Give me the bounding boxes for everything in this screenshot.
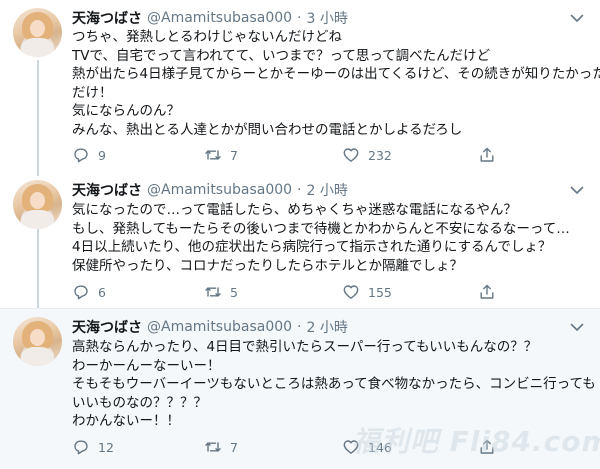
reply-button[interactable]: 12 <box>72 437 114 457</box>
user-handle[interactable]: @Amamitsubasa000 <box>147 319 292 335</box>
like-button[interactable]: 232 <box>342 145 392 165</box>
retweet-count: 5 <box>230 284 238 300</box>
share-button[interactable] <box>478 145 504 165</box>
chevron-down-icon[interactable] <box>568 318 586 336</box>
retweet-count: 7 <box>230 147 238 163</box>
user-handle[interactable]: @Amamitsubasa000 <box>147 10 292 26</box>
share-button[interactable] <box>478 282 504 302</box>
retweet-button[interactable]: 5 <box>204 282 238 302</box>
like-button[interactable]: 155 <box>342 282 392 302</box>
tweet-actions: 9 7 232 <box>72 145 512 165</box>
retweet-button[interactable]: 7 <box>204 145 238 165</box>
retweet-icon <box>205 442 221 452</box>
tweet-text: 高熱ならんかったり、4日目で熱引いたらスーパー行ってもいいもんなの？？ わーかー… <box>72 338 596 431</box>
tweet-line: 気にならんのん？ <box>72 103 180 120</box>
tweet-line: 高熱ならんかったり、4日目で熱引いたらスーパー行ってもいいもんなの？？ <box>72 339 538 355</box>
timestamp[interactable]: 3 小時 <box>307 8 348 28</box>
reply-button[interactable]: 6 <box>72 282 106 302</box>
share-icon <box>480 147 494 162</box>
retweet-button[interactable]: 7 <box>204 437 238 457</box>
heart-icon <box>343 148 359 162</box>
reply-count: 9 <box>98 147 106 163</box>
tweet-actions: 12 7 146 <box>72 437 512 457</box>
display-name[interactable]: 天海つばさ <box>72 317 142 337</box>
chevron-down-icon[interactable] <box>568 9 586 27</box>
tweet-line: つちゃ、発熱しとるわけじゃないんだけどね <box>72 29 342 45</box>
tweet-actions: 6 5 155 <box>72 282 512 302</box>
reply-count: 6 <box>98 284 106 300</box>
tweet-line: わかんないー！！ <box>72 413 180 430</box>
tweet-line: 気になったので…って電話したら、めちゃくちゃ迷惑な電話になるやん？ <box>72 202 517 218</box>
like-count: 232 <box>368 147 392 163</box>
share-icon <box>480 284 494 299</box>
separator-dot: · <box>297 10 302 26</box>
retweet-count: 7 <box>230 439 238 455</box>
separator-dot: · <box>297 182 302 198</box>
tweet[interactable]: 天海つばさ @Amamitsubasa000 · 3 小時 つちゃ、発熱しとるわ… <box>0 0 600 172</box>
tweet-line: もし、発熱してもーたらその後いつまで待機とかわからんと不安になるなーって… <box>72 220 570 237</box>
heart-icon <box>343 285 359 299</box>
reply-icon <box>74 285 88 300</box>
tweet-line: だけ！ <box>72 84 113 101</box>
share-icon <box>480 439 494 454</box>
like-count: 155 <box>368 284 392 300</box>
tweet-line: 4日以上続いたり、他の症状出たら病院行って指示された通りにするんでしょ？ <box>72 239 552 256</box>
reply-icon <box>74 148 88 163</box>
avatar[interactable] <box>13 317 62 366</box>
tweet-line: みんな、熱出とる人達とかが問い合わせの電話とかしよるだろし <box>72 121 463 138</box>
separator-dot: · <box>297 319 302 335</box>
avatar[interactable] <box>13 180 62 229</box>
tweet-text: 気になったので…って電話したら、めちゃくちゃ迷惑な電話になるやん？ もし、発熱し… <box>72 201 588 275</box>
tweet-line: そもそもウーバーイーツもないところは熱あって食べ物なかったら、コンビニ行っても <box>72 376 596 393</box>
tweet-line: 保健所やったり、コロナだったりしたらホテルとか隔離でしょ？ <box>72 257 463 274</box>
tweet-line: TVで、自宅でって言われてて、いつまで？って思って調べたんだけど <box>72 47 491 64</box>
tweet-text: つちゃ、発熱しとるわけじゃないんだけどね TVで、自宅でって言われてて、いつまで… <box>72 28 600 140</box>
user-handle[interactable]: @Amamitsubasa000 <box>147 182 292 198</box>
heart-icon <box>343 440 359 454</box>
timestamp[interactable]: 2 小時 <box>307 317 348 337</box>
display-name[interactable]: 天海つばさ <box>72 8 142 28</box>
share-button[interactable] <box>478 437 504 457</box>
tweet-line: 熱が出たら4日様子見てからーとかそーゆーのは出てくるけど、その続きが知りたかった <box>72 66 600 83</box>
timestamp[interactable]: 2 小時 <box>307 180 348 200</box>
chevron-down-icon[interactable] <box>568 181 586 199</box>
reply-count: 12 <box>98 439 114 455</box>
reply-button[interactable]: 9 <box>72 145 106 165</box>
tweet[interactable]: 天海つばさ @Amamitsubasa000 · 2 小時 高熱ならんかったり、… <box>0 309 600 469</box>
reply-icon <box>74 440 88 455</box>
like-button[interactable]: 146 <box>342 437 392 457</box>
avatar[interactable] <box>13 8 62 57</box>
tweet-line: わーかーんーなーいー！ <box>72 357 221 374</box>
retweet-icon <box>205 150 221 160</box>
retweet-icon <box>205 287 221 297</box>
tweet[interactable]: 天海つばさ @Amamitsubasa000 · 2 小時 気になったので…って… <box>0 172 600 309</box>
tweet-line: いいものなの？？？？ <box>72 394 207 411</box>
display-name[interactable]: 天海つばさ <box>72 180 142 200</box>
like-count: 146 <box>368 439 392 455</box>
